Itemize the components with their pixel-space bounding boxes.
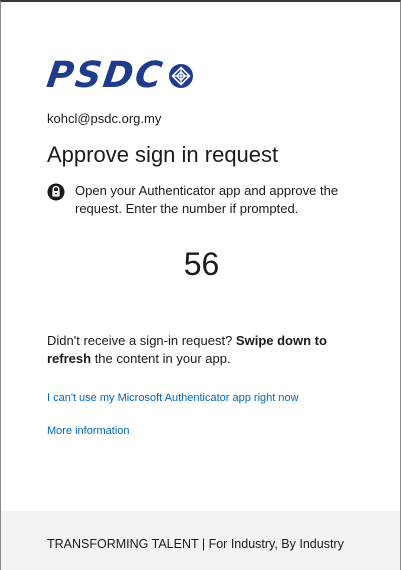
- logo-wordmark: PSDC: [44, 55, 167, 96]
- instruction-block: Open your Authenticator app and approve …: [47, 182, 377, 218]
- sign-in-panel: PSDC kohcl@psdc.org.my Approve sign in r…: [0, 0, 401, 570]
- instruction-text: Open your Authenticator app and approve …: [75, 183, 339, 216]
- hint-bold-refresh: refresh: [47, 351, 92, 366]
- refresh-hint: Didn't receive a sign-in request? Swipe …: [47, 332, 367, 368]
- diamond-emblem-icon: [168, 64, 193, 88]
- page-title: Approve sign in request: [47, 142, 279, 167]
- hint-suffix: the content in your app.: [91, 351, 231, 366]
- more-information-link[interactable]: More information: [47, 425, 130, 437]
- hint-bold-swipe: Swipe down to: [235, 333, 327, 348]
- verification-number: 56: [183, 246, 220, 282]
- company-logo: PSDC: [44, 52, 194, 100]
- account-email: kohcl@psdc.org.my: [47, 111, 162, 126]
- footer: TRANSFORMING TALENT | For Industry, By I…: [1, 511, 400, 570]
- hint-prefix: Didn't receive a sign-in request?: [47, 333, 236, 348]
- footer-tagline: TRANSFORMING TALENT | For Industry, By I…: [47, 537, 344, 551]
- lock-icon: [47, 183, 65, 201]
- cant-use-authenticator-link[interactable]: I can't use my Microsoft Authenticator a…: [47, 392, 299, 404]
